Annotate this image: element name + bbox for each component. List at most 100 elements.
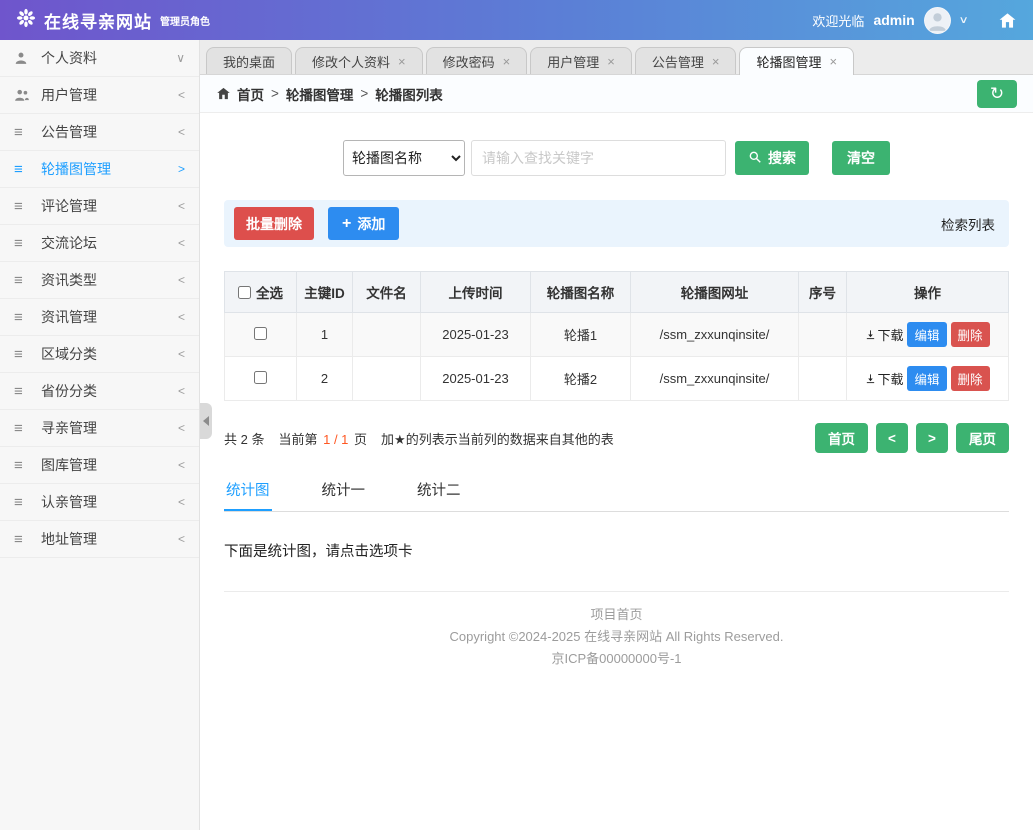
content: 轮播图名称 搜索 清空 批量删除 + 添加 (200, 140, 1033, 670)
edit-button[interactable]: 编辑 (907, 366, 947, 391)
tab-stats-two[interactable]: 统计二 (415, 469, 463, 511)
tab-change-password[interactable]: 修改密码 × (425, 47, 528, 74)
batch-delete-button[interactable]: 批量删除 (234, 207, 314, 240)
chevron-left-icon: < (177, 495, 185, 509)
tab-label: 轮播图管理 (756, 55, 822, 70)
search-bar: 轮播图名称 搜索 清空 (224, 140, 1009, 176)
last-page-button[interactable]: 尾页 (956, 423, 1009, 453)
tab-announcement-management[interactable]: 公告管理 × (634, 47, 737, 74)
chevron-left-icon: < (177, 421, 185, 435)
row-checkbox[interactable] (254, 370, 267, 384)
chevron-left-icon (203, 416, 209, 426)
tab-label: 修改密码 (442, 54, 495, 70)
close-icon[interactable]: × (503, 55, 511, 68)
row-checkbox[interactable] (254, 326, 267, 340)
sidebar-item-province[interactable]: ≡ 省份分类 < (0, 373, 199, 410)
tab-edit-profile[interactable]: 修改个人资料 × (295, 47, 423, 74)
cell-operations: 下载 编辑 删除 (846, 312, 1009, 357)
sidebar-item-news[interactable]: ≡ 资讯管理 < (0, 299, 199, 336)
sidebar-item-gallery[interactable]: ≡ 图库管理 < (0, 447, 199, 484)
chevron-right-icon: > (177, 162, 185, 176)
action-panel: 批量删除 + 添加 检索列表 (224, 200, 1009, 247)
current-page-suffix: 页 (354, 431, 368, 447)
next-page-button[interactable]: > (916, 423, 948, 453)
close-icon[interactable]: × (712, 55, 720, 68)
close-icon[interactable]: × (607, 55, 615, 68)
sidebar-item-news-type[interactable]: ≡ 资讯类型 < (0, 262, 199, 299)
column-header-id: 主键ID (296, 271, 353, 313)
refresh-button[interactable]: ↻ (977, 79, 1017, 108)
sidebar-item-label: 省份分类 (41, 383, 97, 399)
download-icon (867, 374, 875, 384)
users-icon (14, 88, 34, 102)
cell-url: /ssm_zxxunqinsite/ (630, 356, 799, 401)
breadcrumb-carousel-management[interactable]: 轮播图管理 (286, 84, 354, 104)
tab-stats-one[interactable]: 统计一 (320, 469, 368, 511)
chevron-left-icon: < (177, 125, 185, 139)
breadcrumb-separator: > (271, 86, 279, 101)
sidebar-item-carousel[interactable]: ≡ 轮播图管理 > (0, 151, 199, 188)
column-header-seq: 序号 (798, 271, 847, 313)
header-right: 欢迎光临 admin ∨ (812, 6, 1017, 34)
sidebar-item-label: 认亲管理 (41, 494, 97, 510)
tab-carousel-management[interactable]: 轮播图管理 × (739, 47, 855, 75)
batch-delete-label: 批量删除 (246, 215, 302, 232)
total-count-text: 共 2 条 (224, 431, 265, 447)
sidebar-item-label: 资讯类型 (41, 272, 97, 288)
brand: 在线寻亲网站 管理员角色 (16, 8, 210, 33)
sidebar-item-label: 评论管理 (41, 198, 97, 214)
prev-page-button[interactable]: < (876, 423, 908, 453)
select-all-label: 全选 (256, 286, 283, 301)
clear-button[interactable]: 清空 (832, 141, 890, 175)
add-button[interactable]: + 添加 (328, 207, 400, 240)
sidebar-item-label: 个人资料 (41, 50, 97, 66)
sidebar-item-profile[interactable]: 个人资料 ∨ (0, 40, 199, 77)
role-subtitle: 管理员角色 (160, 16, 210, 28)
sidebar-item-address[interactable]: ≡ 地址管理 < (0, 521, 199, 558)
delete-button[interactable]: 删除 (950, 322, 990, 347)
table-row: 2 2025-01-23 轮播2 /ssm_zxxunqinsite/ 下载 编… (224, 356, 1009, 401)
sidebar-item-region[interactable]: ≡ 区域分类 < (0, 336, 199, 373)
tab-stats-chart[interactable]: 统计图 (224, 469, 272, 511)
sidebar-item-recognition[interactable]: ≡ 认亲管理 < (0, 484, 199, 521)
cell-name: 轮播1 (530, 312, 631, 357)
tab-label: 用户管理 (547, 54, 600, 70)
first-page-button[interactable]: 首页 (815, 423, 868, 453)
sidebar-item-announcements[interactable]: ≡ 公告管理 < (0, 114, 199, 151)
footer-home-link[interactable]: 项目首页 (224, 604, 1009, 626)
search-input[interactable] (471, 140, 726, 176)
download-link[interactable]: 下载 (865, 369, 903, 388)
edit-button[interactable]: 编辑 (907, 322, 947, 347)
list-icon: ≡ (14, 419, 23, 437)
table-row: 1 2025-01-23 轮播1 /ssm_zxxunqinsite/ 下载 编… (224, 312, 1009, 357)
breadcrumb-separator: > (360, 86, 369, 101)
sidebar-item-family-search[interactable]: ≡ 寻亲管理 < (0, 410, 199, 447)
home-icon[interactable] (998, 11, 1017, 30)
sidebar-item-users[interactable]: 用户管理 < (0, 77, 199, 114)
row-select-cell (224, 312, 297, 357)
list-section-label: 检索列表 (941, 217, 995, 233)
sidebar-item-forum[interactable]: ≡ 交流论坛 < (0, 225, 199, 262)
search-button[interactable]: 搜索 (735, 141, 809, 175)
sidebar-item-comments[interactable]: ≡ 评论管理 < (0, 188, 199, 225)
close-icon[interactable]: × (829, 55, 837, 68)
tab-my-desktop[interactable]: 我的桌面 (206, 47, 293, 74)
breadcrumb-home[interactable]: 首页 (237, 84, 264, 104)
current-page-text: 当前第 1 / 1 页 (278, 429, 367, 448)
search-field-select[interactable]: 轮播图名称 (343, 140, 465, 176)
tab-label: 我的桌面 (223, 54, 276, 70)
select-all-checkbox[interactable] (238, 285, 251, 299)
close-icon[interactable]: × (398, 55, 406, 68)
chevron-left-icon: < (177, 310, 185, 324)
sidebar-item-label: 轮播图管理 (41, 161, 111, 177)
delete-button[interactable]: 删除 (950, 366, 990, 391)
tab-user-management[interactable]: 用户管理 × (530, 47, 632, 74)
stats-hint-text: 下面是统计图，请点击选项卡 (224, 544, 413, 560)
avatar[interactable] (923, 6, 951, 34)
pagination: 共 2 条 当前第 1 / 1 页 加★的列表示当前列的数据来自其他的表 首页 … (224, 423, 1009, 453)
sidebar-item-label: 地址管理 (41, 531, 97, 547)
chevron-down-icon[interactable]: ∨ (958, 15, 968, 26)
sidebar-collapse-handle[interactable] (200, 403, 212, 439)
download-icon (867, 330, 875, 340)
download-link[interactable]: 下载 (865, 325, 903, 344)
